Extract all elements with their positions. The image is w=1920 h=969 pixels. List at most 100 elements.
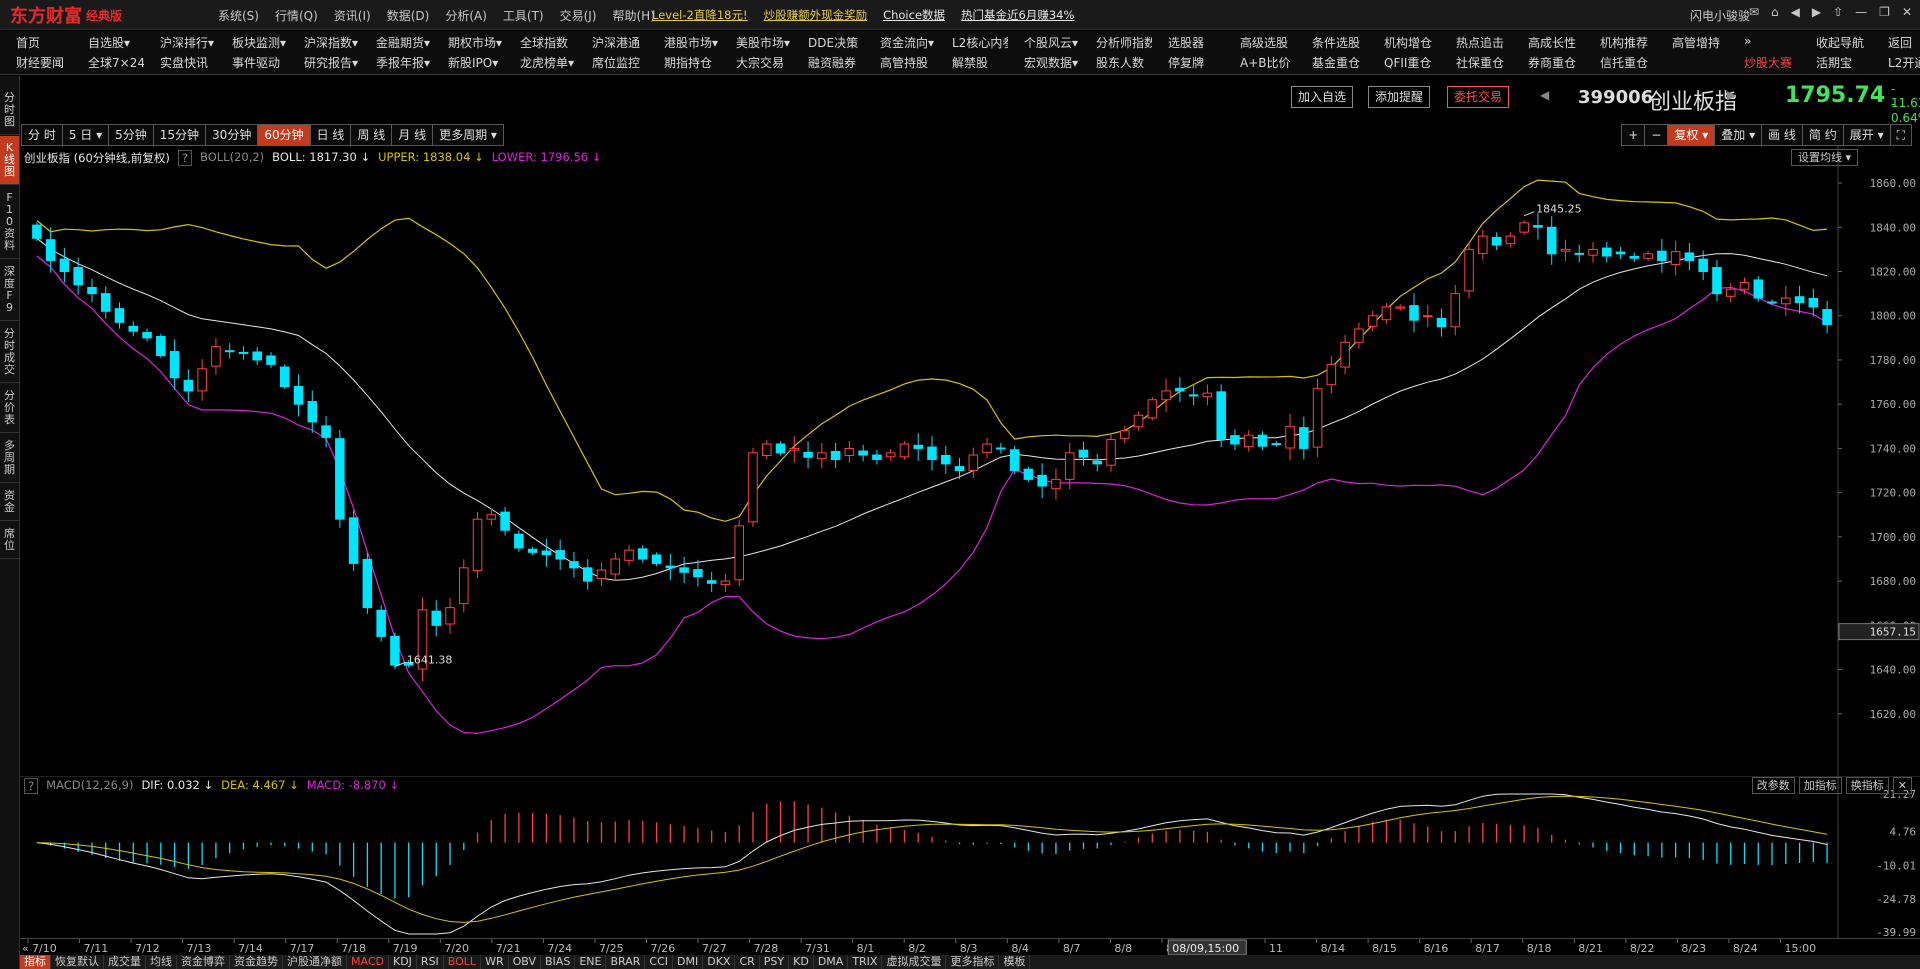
add-alert-button[interactable]: 添加提醒 — [1368, 86, 1431, 108]
indicator-tab-19[interactable]: CR — [735, 955, 760, 969]
indicator-tab-21[interactable]: KD — [789, 955, 814, 969]
nav2-item-12[interactable]: 高管持股 — [864, 54, 936, 74]
period-4[interactable]: 30分钟 — [205, 124, 258, 146]
add-watchlist-button[interactable]: 加入自选 — [1291, 86, 1354, 108]
set-ma-button[interactable]: 设置均线 ▾ — [1790, 149, 1858, 166]
nav-item-17[interactable]: 高级选股 — [1224, 34, 1296, 54]
tool-1[interactable]: − — [1644, 124, 1668, 146]
left-tab-0[interactable]: 分时图 — [0, 86, 19, 135]
indicator-tab-14[interactable]: ENE — [575, 955, 607, 969]
nav-item-26[interactable]: 返回 — [1872, 34, 1920, 54]
indicator-tab-17[interactable]: DMI — [673, 955, 704, 969]
left-tab-2[interactable]: F10资料 — [0, 186, 19, 259]
trade-button[interactable]: 委托交易 — [1447, 86, 1510, 108]
nav-item-14[interactable]: 个股风云▾ — [1008, 34, 1080, 54]
menu-item-3[interactable]: 数据(D) — [387, 7, 430, 24]
promo-link-1[interactable]: 炒股赚额外现金奖励 — [764, 7, 868, 23]
period-5[interactable]: 60分钟 — [257, 124, 310, 146]
menu-item-1[interactable]: 行情(Q) — [275, 7, 318, 24]
nav-item-4[interactable]: 沪深指数▾ — [288, 34, 360, 54]
menu-item-2[interactable]: 资讯(I) — [334, 7, 371, 24]
nav-item-1[interactable]: 自选股▾ — [72, 34, 144, 54]
nav2-item-1[interactable]: 全球7×24 — [72, 54, 144, 74]
nav-item-0[interactable]: 首页 — [0, 34, 72, 54]
macd-help-icon[interactable]: ? — [24, 778, 39, 794]
period-3[interactable]: 15分钟 — [152, 124, 206, 146]
nav-item-21[interactable]: 高成长性 — [1512, 34, 1584, 54]
period-1[interactable]: 5 日 ▾ — [61, 124, 109, 146]
indicator-tab-22[interactable]: DMA — [814, 955, 849, 969]
tool-7[interactable]: ⛶ — [1889, 124, 1912, 146]
indicator-tab-13[interactable]: BIAS — [541, 955, 576, 969]
macd-name[interactable]: MACD(12,26,9) — [46, 778, 133, 794]
indicator-tab-16[interactable]: CCI — [645, 955, 673, 969]
nav2-item-14[interactable]: 宏观数据▾ — [1008, 54, 1080, 74]
nav-item-15[interactable]: 分析师指数 — [1080, 34, 1152, 54]
nav-item-7[interactable]: 全球指数 — [504, 34, 576, 54]
nav-item-24[interactable]: » — [1728, 34, 1800, 54]
menu-item-6[interactable]: 交易(J) — [560, 7, 597, 24]
menu-item-5[interactable]: 工具(T) — [503, 7, 544, 24]
promo-link-2[interactable]: Choice数据 — [883, 7, 945, 23]
nav2-item-4[interactable]: 研究报告▾ — [288, 54, 360, 74]
left-tab-6[interactable]: 多周期 — [0, 434, 19, 483]
left-tab-5[interactable]: 分价表 — [0, 384, 19, 433]
promo-link-3[interactable]: 热门基金近6月赚34% — [961, 7, 1074, 23]
nav2-item-19[interactable]: QFII重仓 — [1368, 54, 1440, 74]
tool-2[interactable]: 复权 ▾ — [1667, 124, 1715, 146]
indicator-tab-4[interactable]: 资金博弈 — [177, 955, 230, 969]
nav-item-10[interactable]: 美股市场▾ — [720, 34, 792, 54]
nav2-item-25[interactable]: 活期宝 — [1800, 54, 1872, 74]
next-arrow-icon[interactable]: ▶ — [1727, 88, 1736, 102]
nav2-item-21[interactable]: 券商重仓 — [1512, 54, 1584, 74]
nav-item-6[interactable]: 期权市场▾ — [432, 34, 504, 54]
nav2-item-23[interactable] — [1656, 54, 1728, 74]
help-icon[interactable]: ? — [177, 150, 193, 166]
indicator-tab-0[interactable]: 指标 — [20, 955, 51, 969]
menu-item-7[interactable]: 帮助(H) — [613, 7, 655, 24]
nav-item-20[interactable]: 热点追击 — [1440, 34, 1512, 54]
nav2-item-15[interactable]: 股东人数 — [1080, 54, 1152, 74]
indicator-tab-10[interactable]: BOLL — [444, 955, 482, 969]
indicator-tab-3[interactable]: 均线 — [146, 955, 177, 969]
change-params-button[interactable]: 改参数 — [1751, 777, 1795, 794]
nav2-item-17[interactable]: A+B比价 — [1224, 54, 1296, 74]
period-9[interactable]: 更多周期 ▾ — [432, 124, 504, 146]
menu-item-4[interactable]: 分析(A) — [445, 7, 487, 24]
add-indicator-button[interactable]: 加指标 — [1798, 777, 1842, 794]
indicator-tab-5[interactable]: 资金趋势 — [230, 955, 283, 969]
switch-indicator-button[interactable]: 换指标 — [1845, 777, 1889, 794]
nav2-item-13[interactable]: 解禁股 — [936, 54, 1008, 74]
minimize-icon[interactable]: — — [1855, 5, 1867, 19]
nav2-item-2[interactable]: 实盘快讯 — [144, 54, 216, 74]
indicator-tab-6[interactable]: 沪股通净额 — [283, 955, 347, 969]
restore-icon[interactable]: ❐ — [1879, 5, 1890, 19]
period-7[interactable]: 周 线 — [350, 124, 392, 146]
indicator-tab-7[interactable]: MACD — [347, 955, 389, 969]
tool-6[interactable]: 展开 ▾ — [1842, 124, 1890, 146]
nav-item-5[interactable]: 金融期货▾ — [360, 34, 432, 54]
tool-5[interactable]: 简 约 — [1801, 124, 1843, 146]
period-8[interactable]: 月 线 — [391, 124, 433, 146]
nav2-item-9[interactable]: 期指持仓 — [648, 54, 720, 74]
nav-item-16[interactable]: 选股器 — [1152, 34, 1224, 54]
menu-item-0[interactable]: 系统(S) — [218, 7, 259, 24]
nav2-item-24[interactable]: 炒股大赛 — [1728, 54, 1800, 74]
period-2[interactable]: 5分钟 — [108, 124, 153, 146]
nav-item-23[interactable]: 高管增持 — [1656, 34, 1728, 54]
indicator-tab-11[interactable]: WR — [481, 955, 509, 969]
nav-item-18[interactable]: 条件选股 — [1296, 34, 1368, 54]
nav-item-22[interactable]: 机构推荐 — [1584, 34, 1656, 54]
indicator-tab-26[interactable]: 模板 — [999, 955, 1031, 969]
close-indicator-button[interactable]: ✕ — [1892, 777, 1912, 794]
indicator-tab-8[interactable]: KDJ — [389, 955, 417, 969]
period-6[interactable]: 日 线 — [309, 124, 351, 146]
nav-item-3[interactable]: 板块监测▾ — [216, 34, 288, 54]
nav2-item-20[interactable]: 社保重仓 — [1440, 54, 1512, 74]
indicator-tab-15[interactable]: BRAR — [606, 955, 646, 969]
indicator-tab-23[interactable]: TRIX — [848, 955, 883, 969]
kline-chart[interactable]: 1620.001640.001660.001680.001700.001720.… — [20, 146, 1920, 776]
nav2-item-7[interactable]: 龙虎榜单▾ — [504, 54, 576, 74]
tool-0[interactable]: + — [1621, 124, 1645, 146]
nav2-item-5[interactable]: 季报年报▾ — [360, 54, 432, 74]
